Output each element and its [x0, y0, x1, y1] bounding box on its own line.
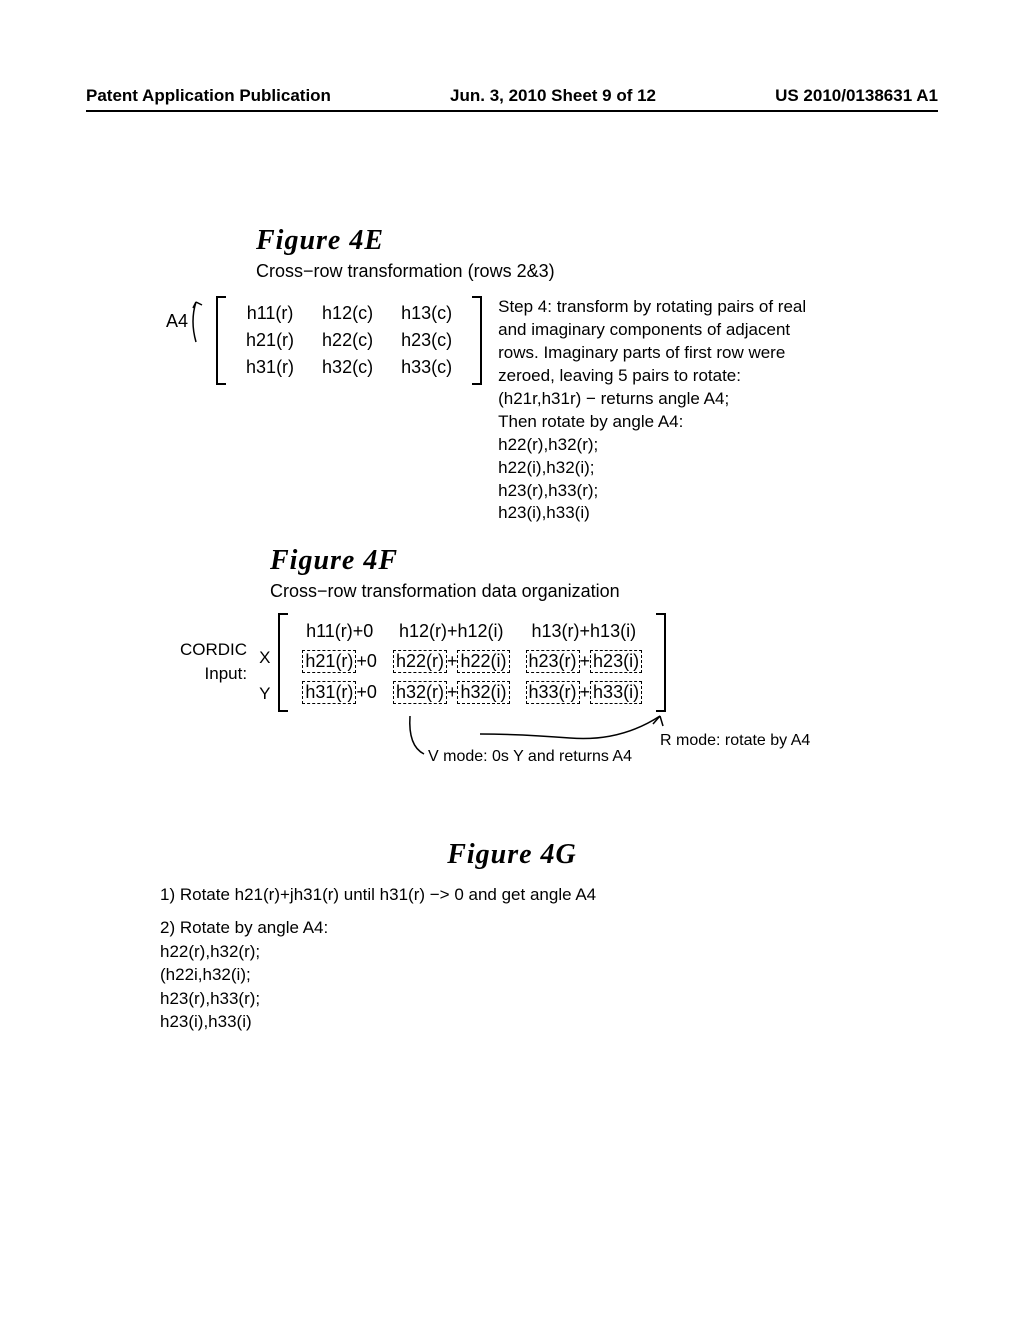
- bracket-left: [278, 613, 288, 712]
- m-cell: h21(r)+0: [294, 646, 385, 677]
- figure-4e-caption: Cross−row transformation (rows 2&3): [256, 261, 904, 282]
- pair-line: (h22i,h32(i);: [160, 963, 904, 986]
- pair-list: h22(r),h32(r); h22(i),h32(i); h23(r),h33…: [498, 434, 828, 526]
- figure-4g: Figure 4G 1) Rotate h21(r)+jh31(r) until…: [120, 839, 904, 1034]
- dashed-group: h23(i): [590, 650, 642, 673]
- m-cell: h13(r)+h13(i): [518, 617, 651, 646]
- m-cell: h23(c): [387, 327, 466, 354]
- y-label: Y: [259, 676, 270, 712]
- header-right: US 2010/0138631 A1: [775, 86, 938, 106]
- m-cell: h21(r): [232, 327, 308, 354]
- input-label: Input:: [180, 662, 247, 686]
- matrix-4f: h11(r)+0 h12(r)+h12(i) h13(r)+h13(i) h21…: [278, 613, 666, 712]
- step4-description: Step 4: transform by rotating pairs of r…: [498, 296, 828, 525]
- a4-label: A4: [166, 311, 188, 332]
- header-center: Jun. 3, 2010 Sheet 9 of 12: [450, 86, 656, 106]
- bracket-right: [472, 296, 482, 385]
- dashed-group: h33(r): [526, 681, 580, 704]
- step4-intro: Step 4: transform by rotating pairs of r…: [498, 296, 828, 388]
- bracket-left: [216, 296, 226, 385]
- v-mode-annotation: V mode: 0s Y and returns A4: [428, 748, 632, 766]
- pair-line: h23(i),h33(i): [498, 502, 828, 525]
- step2-text: 2) Rotate by angle A4:: [160, 916, 904, 939]
- page-header: Patent Application Publication Jun. 3, 2…: [86, 86, 938, 106]
- pair-line: h23(r),h33(r);: [498, 480, 828, 503]
- dashed-group: h32(i): [457, 681, 509, 704]
- header-left: Patent Application Publication: [86, 86, 331, 106]
- cordic-label: CORDIC: [180, 638, 247, 662]
- bracket-right: [656, 613, 666, 712]
- figure-4f: Figure 4F Cross−row transformation data …: [260, 545, 904, 766]
- m-cell: h13(c): [387, 300, 466, 327]
- figure-4e: Figure 4E Cross−row transformation (rows…: [256, 225, 904, 525]
- figure-4g-title: Figure 4G: [120, 839, 904, 871]
- m-cell: h23(r)+h23(i): [518, 646, 651, 677]
- matrix-4e: h11(r) h12(c) h13(c) h21(r) h22(c) h23(c…: [216, 296, 482, 385]
- matrix-cells: h11(r)+0 h12(r)+h12(i) h13(r)+h13(i) h21…: [288, 613, 656, 712]
- pair-line: h22(i),h32(i);: [498, 457, 828, 480]
- m-cell: h12(c): [308, 300, 387, 327]
- x-label: X: [259, 640, 270, 676]
- figure-4e-title: Figure 4E: [256, 225, 904, 257]
- m-cell: h22(r)+h22(i): [385, 646, 518, 677]
- m-cell: h31(r)+0: [294, 677, 385, 708]
- matrix-cells: h11(r) h12(c) h13(c) h21(r) h22(c) h23(c…: [226, 296, 472, 385]
- pair-line: h22(r),h32(r);: [160, 940, 904, 963]
- pair-line: h23(i),h33(i): [160, 1010, 904, 1033]
- m-cell: h32(r)+h32(i): [385, 677, 518, 708]
- arc-icon: [192, 296, 210, 346]
- page-content: Figure 4E Cross−row transformation (rows…: [120, 225, 904, 1033]
- dashed-group: h23(r): [526, 650, 580, 673]
- m-cell: h12(r)+h12(i): [385, 617, 518, 646]
- figure-4f-caption: Cross−row transformation data organizati…: [270, 581, 904, 602]
- step4-line1: (h21r,h31r) − returns angle A4;: [498, 388, 828, 411]
- dashed-group: h22(i): [457, 650, 509, 673]
- step4-line2: Then rotate by angle A4:: [498, 411, 828, 434]
- m-cell: h33(r)+h33(i): [518, 677, 651, 708]
- xy-labels: X Y: [259, 640, 270, 711]
- r-mode-annotation: R mode: rotate by A4: [660, 732, 810, 750]
- figure-4g-body: 1) Rotate h21(r)+jh31(r) until h31(r) −>…: [160, 883, 904, 1034]
- header-rule: [86, 110, 938, 112]
- m-cell: h31(r): [232, 354, 308, 381]
- figure-4f-title: Figure 4F: [270, 545, 904, 577]
- m-cell: h32(c): [308, 354, 387, 381]
- m-cell: h11(r)+0: [294, 617, 385, 646]
- dashed-group: h33(i): [590, 681, 642, 704]
- cordic-input-labels: CORDIC Input:: [180, 638, 247, 686]
- m-cell: h11(r): [232, 300, 308, 327]
- dashed-group: h21(r): [302, 650, 356, 673]
- pair-line: h22(r),h32(r);: [498, 434, 828, 457]
- m-cell: h22(c): [308, 327, 387, 354]
- dashed-group: h32(r): [393, 681, 447, 704]
- step1-text: 1) Rotate h21(r)+jh31(r) until h31(r) −>…: [160, 883, 904, 906]
- m-cell: h33(c): [387, 354, 466, 381]
- dashed-group: h31(r): [302, 681, 356, 704]
- annotation-block: R mode: rotate by A4 V mode: 0s Y and re…: [360, 714, 904, 767]
- dashed-group: h22(r): [393, 650, 447, 673]
- pair-line: h23(r),h33(r);: [160, 987, 904, 1010]
- a4-label-block: A4: [166, 296, 210, 346]
